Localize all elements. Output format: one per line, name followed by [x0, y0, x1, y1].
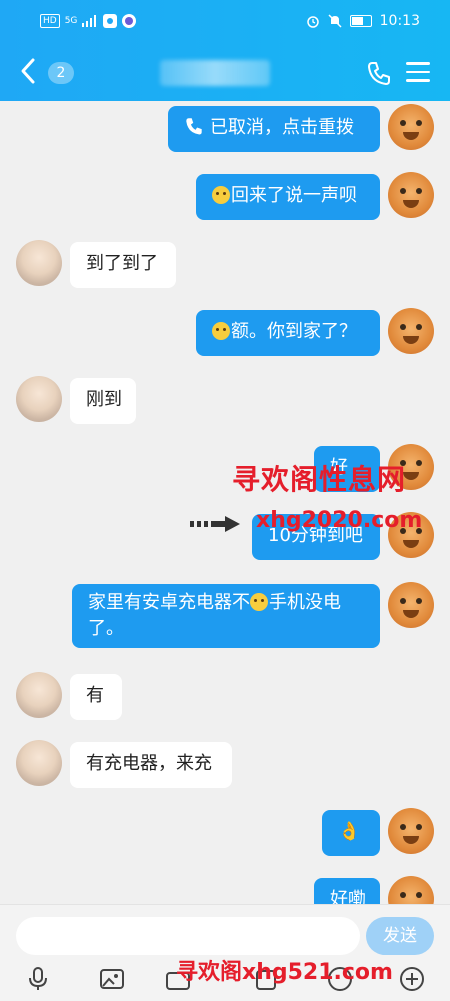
- hd-badge: HD: [40, 14, 60, 28]
- message-bubble[interactable]: 到了到了: [70, 242, 176, 288]
- message-bubble[interactable]: 有充电器，来充: [70, 742, 232, 788]
- message-text: 了。: [88, 618, 124, 639]
- plus-circle-icon: [400, 967, 424, 991]
- microphone-icon: [29, 967, 47, 990]
- battery-icon: [349, 15, 372, 27]
- menu-button[interactable]: [406, 62, 430, 84]
- mute-icon: [328, 14, 342, 28]
- message-row: 额。你到家了？: [0, 308, 450, 358]
- my-avatar[interactable]: [388, 172, 434, 218]
- message-text: 刚到: [86, 389, 122, 410]
- watermark-footer: 寻欢阁xhg521.com: [176, 960, 393, 985]
- menu-line: [406, 70, 430, 73]
- contact-avatar[interactable]: [16, 376, 62, 422]
- message-input[interactable]: [16, 917, 360, 955]
- message-row: 刚到: [0, 376, 450, 426]
- browser-notification-icon: [122, 14, 137, 28]
- my-avatar[interactable]: [388, 582, 434, 628]
- message-bubble[interactable]: 已取消，点击重拨: [168, 106, 380, 152]
- message-text: 手机没电: [269, 592, 341, 613]
- status-right: 10:13: [306, 13, 420, 29]
- back-button[interactable]: [18, 56, 48, 90]
- message-bubble[interactable]: 👌: [322, 810, 380, 856]
- more-button[interactable]: [398, 965, 426, 993]
- status-left: HD 5G: [40, 14, 137, 28]
- message-row: 已取消，点击重拨: [0, 104, 450, 154]
- message-text: 已取消，点击重拨: [210, 117, 354, 138]
- contact-avatar[interactable]: [16, 740, 62, 786]
- message-bubble[interactable]: 回来了说一声呗: [196, 174, 380, 220]
- phone-icon: [368, 62, 390, 85]
- message-bubble[interactable]: 有: [70, 674, 122, 720]
- message-bubble[interactable]: 额。你到家了？: [196, 310, 380, 356]
- message-text: 👌: [338, 821, 361, 842]
- message-row: 👌: [0, 808, 450, 858]
- message-row: 有充电器，来充: [0, 740, 450, 790]
- chat-navbar: 2: [0, 48, 450, 98]
- unread-count-badge[interactable]: 2: [48, 62, 74, 84]
- phone-icon: [186, 118, 202, 135]
- message-text: 有充电器，来充: [86, 753, 212, 774]
- message-row: 家里有安卓充电器不 手机没电了。: [0, 582, 450, 652]
- watermark-title: 寻欢阁性息网: [232, 463, 407, 496]
- message-bubble[interactable]: 刚到: [70, 378, 136, 424]
- message-text: 有: [86, 685, 104, 706]
- message-row: 有: [0, 672, 450, 722]
- contact-avatar[interactable]: [16, 240, 62, 286]
- my-avatar[interactable]: [388, 308, 434, 354]
- signal-icon: [82, 15, 97, 27]
- menu-line: [406, 62, 430, 65]
- image-button[interactable]: [98, 965, 126, 993]
- status-time: 10:13: [379, 13, 420, 29]
- my-avatar[interactable]: [388, 104, 434, 150]
- app-notification-icon: [103, 14, 118, 28]
- contact-avatar[interactable]: [16, 672, 62, 718]
- emoji-icon: [212, 186, 230, 204]
- message-text: 到了到了: [86, 253, 158, 274]
- status-bar: HD 5G 10:13: [0, 0, 450, 44]
- alarm-icon: [306, 16, 319, 28]
- message-text: 回来了说一声呗: [231, 185, 357, 206]
- arrow-right-icon: [190, 516, 240, 532]
- menu-line: [406, 79, 430, 82]
- message-row: 回来了说一声呗: [0, 172, 450, 222]
- message-row: 到了到了: [0, 240, 450, 290]
- signal-5g-label: 5G: [64, 16, 78, 26]
- input-bar: 发送: [0, 904, 450, 1001]
- image-icon: [100, 969, 124, 989]
- message-bubble[interactable]: 家里有安卓充电器不 手机没电了。: [72, 584, 380, 648]
- contact-name-blurred: [160, 60, 270, 86]
- watermark-url: xhg2020.com: [256, 508, 423, 533]
- voice-button[interactable]: [24, 965, 52, 993]
- message-text: 家里有安卓充电器不: [88, 592, 250, 613]
- message-text: 额。你到家了？: [231, 321, 357, 342]
- send-button[interactable]: 发送: [366, 917, 434, 955]
- chevron-left-icon: [21, 58, 35, 84]
- call-button[interactable]: [366, 60, 392, 86]
- emoji-icon: [212, 322, 230, 340]
- emoji-icon: [250, 593, 268, 611]
- my-avatar[interactable]: [388, 808, 434, 854]
